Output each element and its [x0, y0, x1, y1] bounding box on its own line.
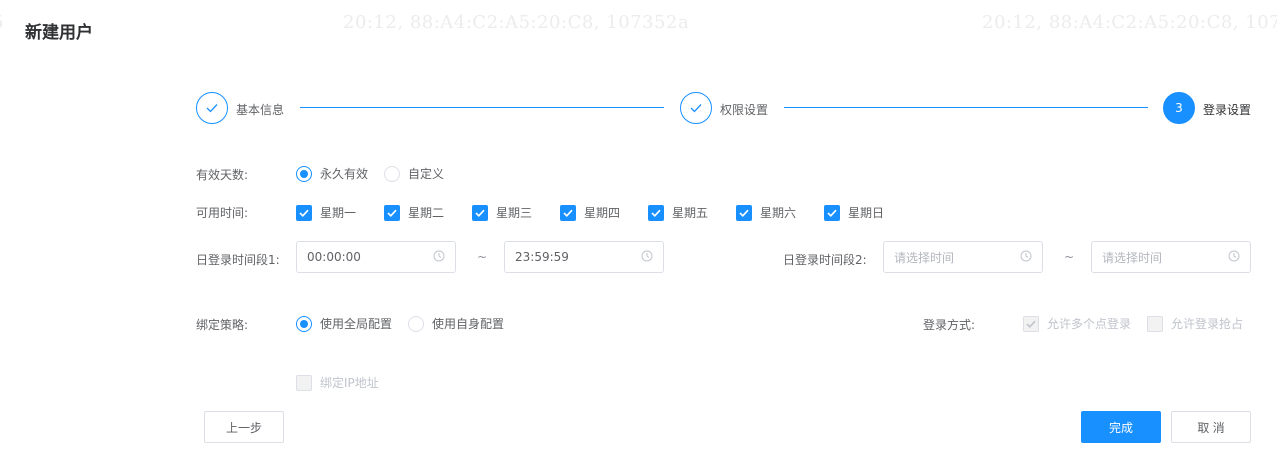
binding-label: 绑定策略:	[196, 318, 249, 332]
checkbox-label: 星期六	[760, 206, 797, 220]
input-placeholder: 请选择时间	[894, 250, 955, 265]
period2-end-input[interactable]: 请选择时间	[1091, 241, 1251, 273]
checkbox-label: 星期一	[320, 206, 357, 220]
checkbox-label: 星期四	[584, 206, 621, 220]
radio-dot[interactable]	[384, 165, 400, 182]
watermark-text: 20:12, 88:A4:C2:A5:20:C8, 1075	[982, 12, 1277, 33]
range-separator: ~	[1064, 250, 1075, 264]
radio-custom[interactable]: 自定义	[384, 165, 444, 182]
clock-icon	[641, 250, 653, 265]
watermark-text: 20:12, 88:A4:C2:A5:20:C8, 107352a	[343, 12, 690, 33]
radio-global-config[interactable]: 使用全局配置	[296, 315, 392, 332]
radio-label: 永久有效	[320, 167, 369, 181]
range-separator: ~	[477, 250, 488, 264]
checkbox-label: 允许多个点登录	[1047, 317, 1132, 331]
validity-label: 有效天数:	[196, 168, 249, 182]
check-icon[interactable]	[1023, 315, 1039, 332]
radio-label: 使用全局配置	[320, 317, 393, 331]
step-connector	[784, 107, 1148, 108]
watermark-text: 5	[0, 12, 4, 33]
step-1-check-icon	[196, 92, 228, 124]
period1-end-input[interactable]: 23:59:59	[504, 241, 664, 273]
period2-label: 日登录时间段2:	[783, 253, 867, 267]
check-icon[interactable]	[296, 204, 312, 221]
checkbox-label: 星期三	[496, 206, 533, 220]
step-2-check-icon	[680, 92, 712, 124]
checkbox-sunday[interactable]: 星期日	[824, 204, 884, 221]
clock-icon	[433, 250, 445, 265]
clock-icon	[1228, 250, 1240, 265]
period1-label: 日登录时间段1:	[196, 253, 280, 267]
step-3-number: 3	[1163, 92, 1195, 124]
checkbox-label: 星期二	[408, 206, 445, 220]
checkbox-thursday[interactable]: 星期四	[560, 204, 620, 221]
radio-label: 使用自身配置	[432, 317, 505, 331]
checkbox-label: 允许登录抢占	[1171, 317, 1244, 331]
checkbox-saturday[interactable]: 星期六	[736, 204, 796, 221]
radio-dot[interactable]	[408, 315, 424, 332]
checkbox-label: 星期日	[848, 206, 885, 220]
period2-start-input[interactable]: 请选择时间	[883, 241, 1043, 273]
checkbox-box[interactable]	[1147, 315, 1163, 332]
checkbox-allow-multi-login[interactable]: 允许多个点登录	[1023, 315, 1131, 332]
checkbox-label: 星期五	[672, 206, 709, 220]
available-time-label: 可用时间:	[196, 206, 249, 220]
check-icon[interactable]	[560, 204, 576, 221]
radio-dot[interactable]	[296, 315, 312, 332]
prev-step-button[interactable]: 上一步	[204, 411, 284, 443]
check-icon[interactable]	[648, 204, 664, 221]
radio-label: 自定义	[408, 167, 445, 181]
checkbox-monday[interactable]: 星期一	[296, 204, 356, 221]
checkbox-wednesday[interactable]: 星期三	[472, 204, 532, 221]
login-mode-label: 登录方式:	[923, 318, 976, 332]
checkbox-box[interactable]	[296, 374, 312, 391]
checkbox-friday[interactable]: 星期五	[648, 204, 708, 221]
period1-start-input[interactable]: 00:00:00	[296, 241, 456, 273]
step-2-label: 权限设置	[720, 103, 769, 117]
check-icon[interactable]	[824, 204, 840, 221]
check-icon[interactable]	[472, 204, 488, 221]
finish-button[interactable]: 完成	[1081, 411, 1161, 443]
cancel-button[interactable]: 取 消	[1171, 411, 1251, 443]
step-connector	[300, 107, 664, 108]
checkbox-tuesday[interactable]: 星期二	[384, 204, 444, 221]
checkbox-label: 绑定IP地址	[320, 376, 379, 390]
radio-permanent[interactable]: 永久有效	[296, 165, 368, 182]
checkbox-bind-ip[interactable]: 绑定IP地址	[296, 374, 379, 391]
check-icon[interactable]	[384, 204, 400, 221]
checkbox-allow-preempt[interactable]: 允许登录抢占	[1147, 315, 1243, 332]
radio-dot[interactable]	[296, 165, 312, 182]
input-value: 23:59:59	[515, 250, 569, 264]
radio-own-config[interactable]: 使用自身配置	[408, 315, 504, 332]
step-3-label: 登录设置	[1203, 103, 1252, 117]
input-placeholder: 请选择时间	[1102, 250, 1163, 265]
step-1-label: 基本信息	[236, 103, 285, 117]
input-value: 00:00:00	[307, 250, 361, 264]
page-title: 新建用户	[25, 23, 93, 43]
check-icon[interactable]	[736, 204, 752, 221]
clock-icon	[1020, 250, 1032, 265]
